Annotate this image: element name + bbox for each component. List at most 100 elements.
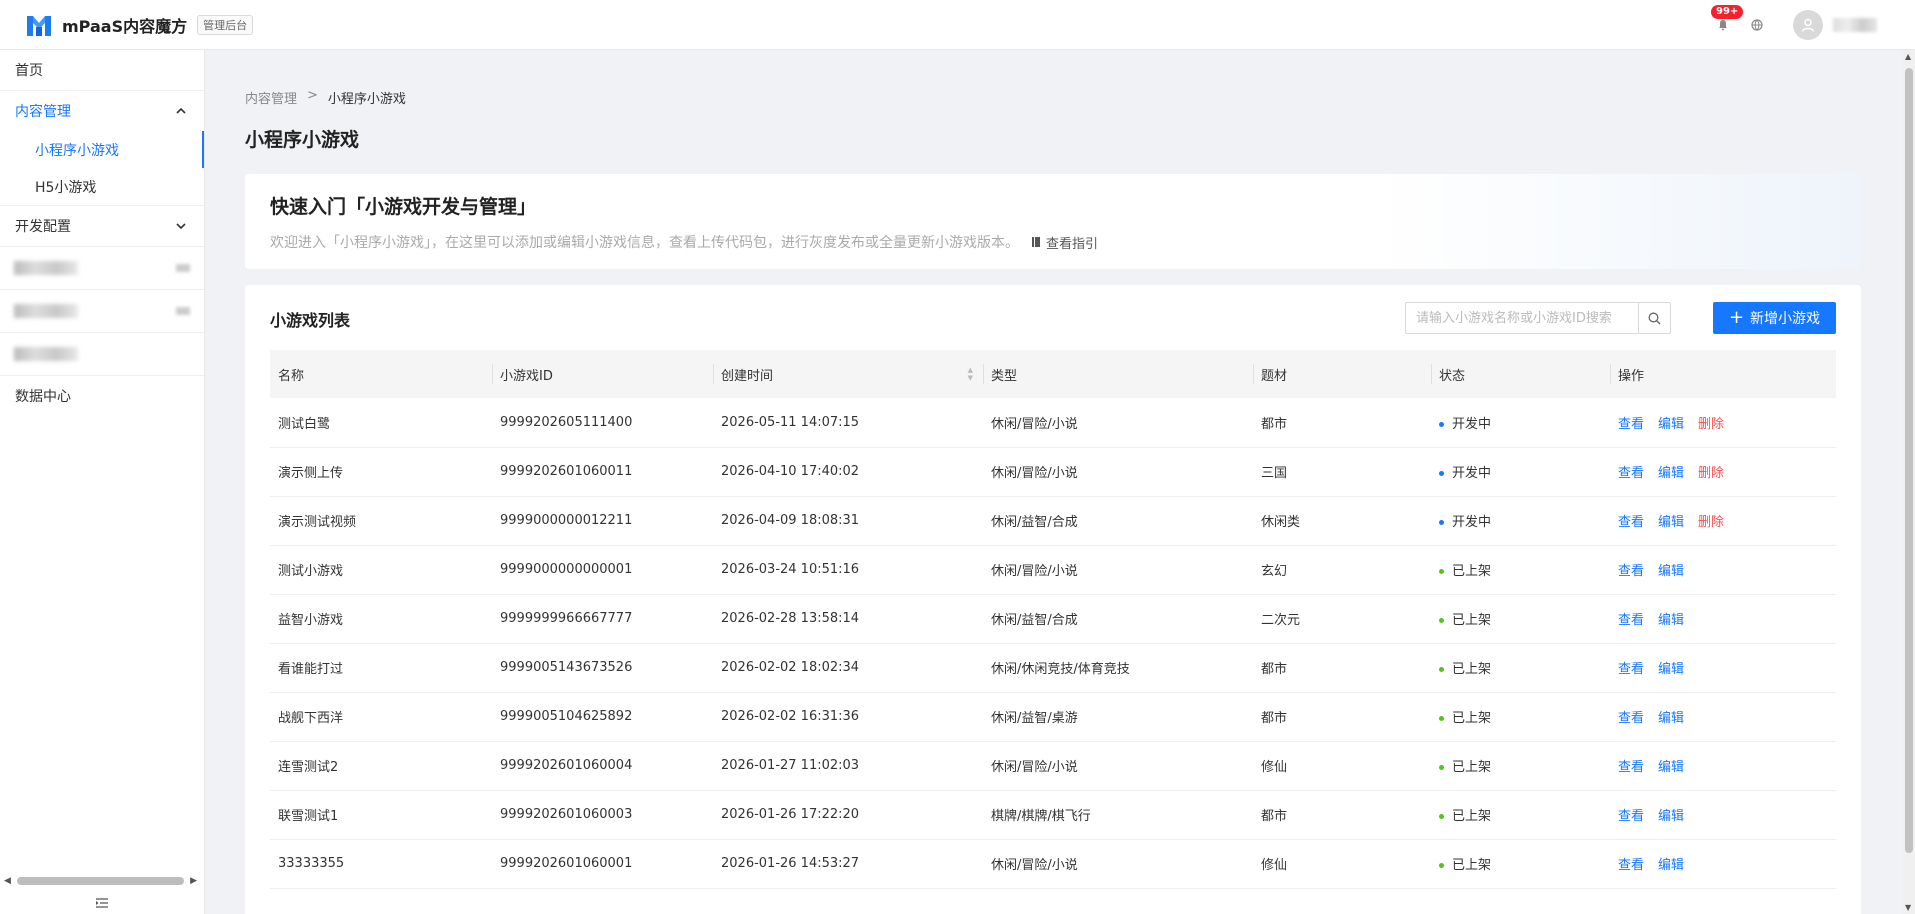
sidebar-item-redacted[interactable] bbox=[0, 333, 204, 375]
status-label: 已上架 bbox=[1452, 760, 1492, 775]
status-dot-icon bbox=[1439, 814, 1444, 819]
search-input[interactable] bbox=[1406, 303, 1638, 333]
edit-link[interactable]: 编辑 bbox=[1658, 417, 1684, 432]
status-dot-icon bbox=[1439, 520, 1444, 525]
page-vertical-scrollbar[interactable]: ▲ ▼ bbox=[1903, 50, 1915, 914]
intro-card: 快速入门「小游戏开发与管理」 欢迎进入「小程序小游戏」，在这里可以添加或编辑小游… bbox=[245, 174, 1861, 269]
status-label: 开发中 bbox=[1452, 416, 1492, 432]
intro-title: 快速入门「小游戏开发与管理」 bbox=[270, 196, 537, 218]
scroll-up-icon[interactable]: ▲ bbox=[1905, 52, 1911, 61]
add-game-button[interactable]: + 新增小游戏 bbox=[1713, 302, 1836, 334]
cell-name: 看谁能打过 bbox=[270, 643, 492, 693]
cell-status: 已上架 bbox=[1431, 692, 1610, 742]
view-link[interactable]: 查看 bbox=[1618, 613, 1644, 628]
cell-actions: 查看 编辑 bbox=[1610, 692, 1836, 742]
status-dot-icon bbox=[1439, 569, 1444, 574]
edit-link[interactable]: 编辑 bbox=[1658, 662, 1684, 677]
cell-actions: 查看 编辑 删除 bbox=[1610, 496, 1836, 546]
edit-link[interactable]: 编辑 bbox=[1658, 564, 1684, 579]
cell-actions: 查看 编辑 bbox=[1610, 545, 1836, 595]
sidebar-collapse-button[interactable] bbox=[0, 892, 204, 914]
cell-type: 休闲/冒险/小说 bbox=[983, 447, 1253, 497]
username-redacted[interactable] bbox=[1833, 18, 1877, 32]
cell-id: 9999005104625892 bbox=[492, 692, 713, 742]
menu-fold-icon bbox=[96, 898, 108, 908]
app-title[interactable]: mPaaS内容魔方 bbox=[62, 13, 187, 37]
cell-type: 休闲/冒险/小说 bbox=[983, 398, 1253, 448]
sidebar-item-redacted[interactable] bbox=[0, 290, 204, 332]
view-link[interactable]: 查看 bbox=[1618, 515, 1644, 530]
cell-theme: 都市 bbox=[1253, 398, 1431, 448]
cell-id: 9999202605111400 bbox=[492, 398, 713, 448]
view-link[interactable]: 查看 bbox=[1618, 760, 1644, 775]
view-link[interactable]: 查看 bbox=[1618, 711, 1644, 726]
cell-type: 休闲/益智/桌游 bbox=[983, 692, 1253, 742]
app-logo-icon[interactable] bbox=[26, 12, 52, 38]
scroll-right-icon[interactable]: ▶ bbox=[190, 876, 197, 886]
column-header-type: 类型 bbox=[983, 350, 1253, 398]
edit-link[interactable]: 编辑 bbox=[1658, 858, 1684, 873]
view-guide-link[interactable]: 查看指引 bbox=[1031, 233, 1098, 252]
admin-badge: 管理后台 bbox=[197, 14, 254, 35]
cell-type: 休闲/冒险/小说 bbox=[983, 545, 1253, 595]
cell-name: 演示侧上传 bbox=[270, 447, 492, 497]
column-header-id: 小游戏ID bbox=[492, 350, 713, 398]
cell-created: 2026-04-10 17:40:02 bbox=[713, 447, 983, 497]
cell-name: 测试小游戏 bbox=[270, 545, 492, 595]
sidebar-horizontal-scrollbar[interactable]: ◀ ▶ bbox=[4, 876, 197, 886]
globe-icon[interactable] bbox=[1751, 17, 1767, 33]
sidebar-item-mini-program-games[interactable]: 小程序小游戏 bbox=[0, 131, 204, 168]
chevron-down-icon bbox=[176, 223, 186, 230]
edit-link[interactable]: 编辑 bbox=[1658, 711, 1684, 726]
table-row: 测试小游戏 9999000000000001 2026-03-24 10:51:16… bbox=[270, 545, 1836, 595]
column-header-label: 题材 bbox=[1261, 368, 1288, 384]
table-row: 33333355 9999202601060001 2026-01-26 14:53… bbox=[270, 839, 1836, 889]
column-header-created[interactable]: 创建时间 ▲ ▼ bbox=[713, 350, 983, 398]
view-link[interactable]: 查看 bbox=[1618, 858, 1644, 873]
sidebar-item-redacted[interactable] bbox=[0, 247, 204, 289]
status-dot-icon bbox=[1439, 863, 1444, 868]
delete-link[interactable]: 删除 bbox=[1698, 417, 1724, 432]
edit-link[interactable]: 编辑 bbox=[1658, 809, 1684, 824]
scroll-left-icon[interactable]: ◀ bbox=[4, 876, 11, 886]
edit-link[interactable]: 编辑 bbox=[1658, 466, 1684, 481]
sidebar-item-h5-games[interactable]: H5小游戏 bbox=[0, 168, 204, 205]
cell-created: 2026-02-02 18:02:34 bbox=[713, 643, 983, 693]
cell-created: 2026-01-26 17:22:20 bbox=[713, 790, 983, 840]
status-label: 开发中 bbox=[1452, 466, 1492, 481]
sidebar-item-data-center[interactable]: 数据中心 bbox=[0, 376, 204, 416]
notification-button[interactable]: 99+ bbox=[1711, 5, 1744, 35]
view-link[interactable]: 查看 bbox=[1618, 662, 1644, 677]
sidebar-item-home[interactable]: 首页 bbox=[0, 50, 204, 90]
sidebar-group-content[interactable]: 内容管理 bbox=[0, 91, 204, 131]
edit-link[interactable]: 编辑 bbox=[1658, 613, 1684, 628]
edit-link[interactable]: 编辑 bbox=[1658, 515, 1684, 530]
cell-created: 2026-01-26 14:53:27 bbox=[713, 839, 983, 889]
user-avatar[interactable] bbox=[1793, 10, 1823, 40]
view-link[interactable]: 查看 bbox=[1618, 417, 1644, 432]
sort-icon[interactable]: ▲ ▼ bbox=[968, 366, 973, 382]
edit-link[interactable]: 编辑 bbox=[1658, 760, 1684, 775]
breadcrumb-parent[interactable]: 内容管理 bbox=[245, 88, 297, 107]
view-link[interactable]: 查看 bbox=[1618, 809, 1644, 824]
status-dot-icon bbox=[1439, 667, 1444, 672]
cell-id: 9999999966667777 bbox=[492, 594, 713, 644]
column-header-theme: 题材 bbox=[1253, 350, 1431, 398]
cell-name: 33333355 bbox=[270, 839, 492, 889]
search-button[interactable] bbox=[1638, 303, 1670, 333]
table-row: 益智小游戏 9999999966667777 2026-02-28 13:58:14… bbox=[270, 594, 1836, 644]
view-link[interactable]: 查看 bbox=[1618, 564, 1644, 579]
delete-link[interactable]: 删除 bbox=[1698, 515, 1724, 530]
status-dot-icon bbox=[1439, 765, 1444, 770]
delete-link[interactable]: 删除 bbox=[1698, 466, 1724, 481]
cell-actions: 查看 编辑 bbox=[1610, 643, 1836, 693]
status-label: 开发中 bbox=[1452, 515, 1492, 530]
view-link[interactable]: 查看 bbox=[1618, 466, 1644, 481]
status-dot-icon bbox=[1439, 618, 1444, 623]
breadcrumb-current: 小程序小游戏 bbox=[327, 92, 406, 107]
main-content: 内容管理 > 小程序小游戏 小程序小游戏 快速入门「小游戏开发与管理」 欢迎进入… bbox=[206, 50, 1906, 914]
sidebar-group-dev-config[interactable]: 开发配置 bbox=[0, 206, 204, 246]
scroll-down-icon[interactable]: ▼ bbox=[1905, 903, 1911, 912]
status-label: 已上架 bbox=[1452, 809, 1492, 824]
page-title: 小程序小游戏 bbox=[245, 129, 360, 151]
